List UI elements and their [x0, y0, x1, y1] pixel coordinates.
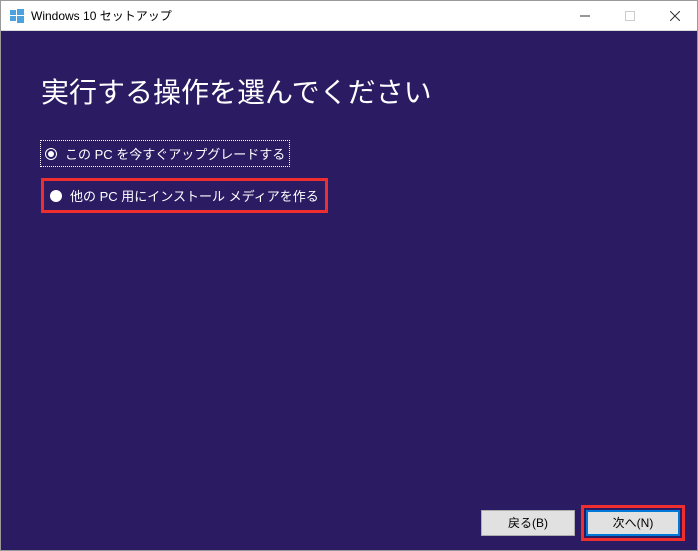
radio-label: 他の PC 用にインストール メディアを作る: [70, 186, 319, 205]
setup-body: 実行する操作を選んでください この PC を今すぐアップグレードする 他の PC…: [1, 31, 697, 550]
options-group: この PC を今すぐアップグレードする 他の PC 用にインストール メディアを…: [1, 131, 697, 223]
radio-option-upgrade[interactable]: この PC を今すぐアップグレードする: [41, 141, 289, 166]
maximize-button: [607, 1, 652, 30]
radio-icon: [50, 190, 62, 202]
highlight-box: 他の PC 用にインストール メディアを作る: [41, 178, 328, 213]
radio-option-media[interactable]: 他の PC 用にインストール メディアを作る: [46, 183, 323, 208]
radio-icon: [45, 148, 57, 160]
footer: 戻る(B) 次へ(N): [1, 495, 697, 550]
titlebar: Windows 10 セットアップ: [1, 1, 697, 31]
next-button-label: 次へ(N): [613, 514, 654, 531]
minimize-button[interactable]: [562, 1, 607, 30]
window-controls: [562, 1, 697, 30]
back-button-label: 戻る(B): [508, 514, 548, 531]
close-button[interactable]: [652, 1, 697, 30]
app-icon: [9, 8, 25, 24]
back-button[interactable]: 戻る(B): [481, 510, 575, 536]
radio-label: この PC を今すぐアップグレードする: [65, 144, 285, 163]
next-button[interactable]: 次へ(N): [586, 510, 680, 536]
window-title: Windows 10 セットアップ: [31, 7, 562, 24]
page-heading: 実行する操作を選んでください: [1, 31, 697, 131]
highlight-box: 次へ(N): [581, 505, 685, 541]
